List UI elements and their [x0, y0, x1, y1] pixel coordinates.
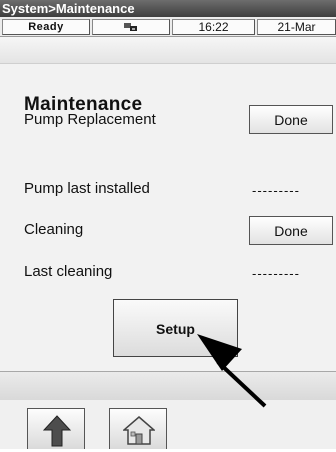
status-time: 16:22: [172, 19, 255, 35]
setup-button[interactable]: Setup: [113, 299, 238, 357]
home-button[interactable]: [109, 408, 167, 449]
last-cleaning-label: Last cleaning: [24, 263, 113, 280]
maintenance-panel: Maintenance Pump Replacement Done Pump l…: [0, 64, 336, 371]
back-up-button[interactable]: [27, 408, 85, 449]
pump-last-installed-label: Pump last installed: [24, 180, 150, 197]
status-date: 21-Mar: [257, 19, 336, 35]
device-screen: System>Maintenance Ready 16:22 21-Mar Ma…: [0, 0, 336, 449]
pump-replacement-label: Pump Replacement: [24, 111, 156, 128]
toolbar-strip: [0, 37, 336, 64]
home-icon: [121, 415, 157, 450]
status-icon-cell: [92, 19, 170, 35]
status-bar: Ready 16:22 21-Mar: [0, 17, 336, 37]
cleaning-done-button[interactable]: Done: [249, 216, 333, 245]
status-state: Ready: [2, 19, 90, 35]
cleaning-label: Cleaning: [24, 221, 84, 238]
network-icon: [123, 22, 139, 36]
footer-divider: [0, 371, 336, 401]
footer-nav: [0, 400, 336, 449]
window-title: System>Maintenance: [0, 0, 336, 17]
last-cleaning-value: ---------: [252, 266, 300, 281]
pump-last-installed-value: ---------: [252, 183, 300, 198]
up-arrow-icon: [42, 415, 72, 452]
pump-replacement-done-button[interactable]: Done: [249, 105, 333, 134]
